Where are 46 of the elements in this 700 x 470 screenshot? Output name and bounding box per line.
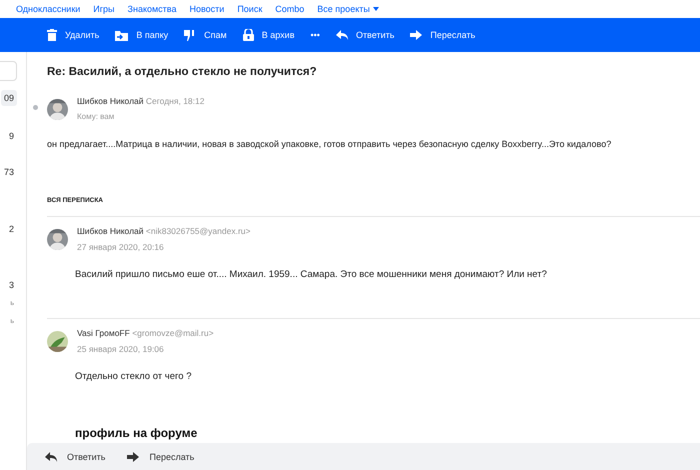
nav-link[interactable]: Одноклассники — [16, 4, 80, 14]
nav-link[interactable]: Знакомства — [128, 4, 176, 14]
message-date: 25 января 2020, 19:06 — [77, 343, 165, 356]
sender-email: <gromovze@mail.ru> — [132, 328, 214, 338]
forward-arrow-icon — [410, 30, 422, 40]
unread-dot[interactable] — [33, 105, 38, 110]
message-heading: профиль на форуме — [75, 426, 198, 440]
sender-name[interactable]: Vasi ГромоFF — [77, 328, 130, 338]
lock-icon — [242, 29, 254, 41]
nav-link[interactable]: Новости — [189, 4, 224, 14]
folder-count[interactable]: 09 — [0, 90, 17, 106]
toolbar-button[interactable]: В папку — [115, 30, 168, 40]
toolbar-button[interactable]: Переслать — [410, 30, 476, 40]
folder-icon — [115, 30, 128, 40]
folder-count[interactable]: 73 — [2, 165, 16, 179]
footer-button[interactable]: Ответить — [45, 452, 106, 462]
message-time: Сегодня, 18:12 — [146, 96, 204, 106]
message-subject: Re: Василий, а отдельно стекло не получится? — [47, 66, 318, 78]
reply-arrow-icon — [45, 452, 57, 462]
recipient-text: Кому: вам — [77, 111, 116, 123]
thumb-down-icon — [184, 30, 196, 40]
toolbar-button[interactable]: Ответить — [336, 30, 394, 40]
reply-arrow-icon — [336, 30, 348, 40]
forward-arrow-icon — [127, 452, 140, 462]
toolbar-button[interactable]: В архив — [242, 29, 294, 41]
folder-count[interactable]: 9 — [6, 129, 16, 143]
folder-count[interactable]: 3 — [6, 278, 16, 292]
nav-link[interactable]: Игры — [93, 4, 115, 14]
footer-button[interactable]: Переслать — [127, 452, 194, 462]
trash-icon — [47, 29, 57, 41]
nav-link[interactable]: Поиск — [237, 4, 262, 14]
folder-count[interactable]: 2 — [6, 222, 16, 236]
sender-name[interactable]: Шибков Николай — [77, 96, 144, 106]
toolbar-button[interactable]: Спам — [184, 30, 227, 40]
sender-name[interactable]: Шибков Николай — [77, 226, 144, 236]
message-text: Отдельно стекло от чего ? — [75, 371, 192, 382]
nav-link[interactable]: Все проекты — [317, 4, 379, 14]
more-button[interactable]: ••• — [310, 30, 320, 40]
toolbar-button[interactable]: Удалить — [47, 29, 100, 41]
message-text: Василий пришло письмо еше от.... Михаил. 1959... Самара. Это все мошенники меня донимают? Или нет? — [75, 269, 548, 280]
message-body: он предлагает....Матрица в наличии, новая в заводской упаковке, готов отправить через безопасную сделку Boxxberry...Это кидалово? — [47, 139, 612, 149]
nav-link[interactable]: Combo — [275, 4, 304, 14]
message-date: 27 января 2020, 20:16 — [77, 241, 165, 254]
caret-icon — [372, 7, 379, 11]
search-field[interactable] — [0, 61, 17, 81]
sender-email: <nik83026755@yandex.ru> — [146, 226, 250, 236]
